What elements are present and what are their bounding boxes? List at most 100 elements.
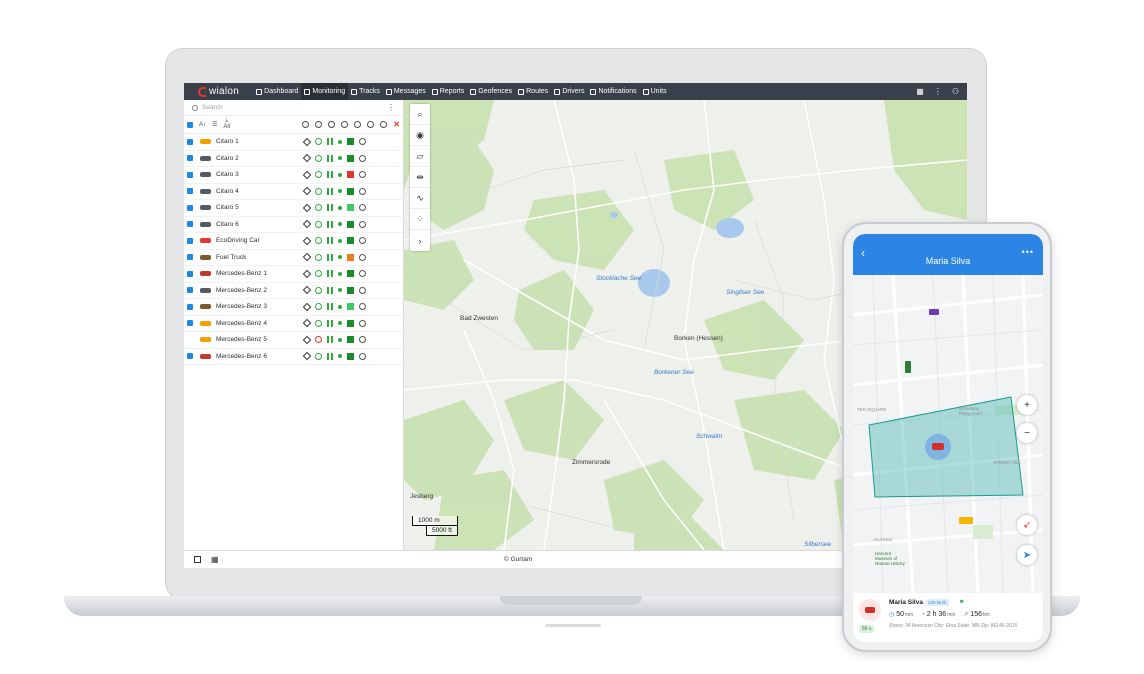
locate-unit-icon[interactable]	[302, 236, 312, 245]
select-all-checkbox[interactable]	[187, 121, 193, 128]
commands-icon[interactable]	[359, 336, 366, 344]
zoom-out-button[interactable]: −	[1017, 423, 1037, 443]
commands-icon[interactable]	[359, 237, 366, 245]
unit-row[interactable]: Mercedes-Benz 5	[184, 332, 403, 349]
eye-icon[interactable]: ◉	[410, 125, 430, 146]
motion-column-icon[interactable]	[315, 121, 323, 128]
locate-unit-icon[interactable]	[302, 203, 312, 212]
route-tool-icon[interactable]: ∿	[410, 188, 430, 209]
school-bus-marker[interactable]	[959, 517, 973, 524]
panel-toggle-icon[interactable]	[194, 556, 201, 563]
grid-icon[interactable]: ▦	[916, 87, 924, 96]
more-vertical-icon[interactable]: ⋮	[387, 103, 395, 112]
unit-row[interactable]: Citaro 2	[184, 151, 403, 167]
phone-map[interactable]: TER SQUARE Broadway Playground SPRING HI…	[853, 275, 1043, 593]
unit-checkbox[interactable]	[187, 254, 193, 261]
search-input[interactable]: Search	[202, 104, 223, 111]
close-icon[interactable]: ✕	[393, 120, 400, 129]
locate-unit-icon[interactable]	[302, 187, 312, 196]
back-icon[interactable]: ‹	[861, 246, 865, 260]
map-search-icon[interactable]: ⌕	[410, 104, 430, 125]
nav-reports[interactable]: Reports	[429, 83, 468, 100]
more-horizontal-icon[interactable]: •••	[1022, 247, 1034, 257]
nav-messages[interactable]: Messages	[383, 83, 429, 100]
unit-row[interactable]: Mercedes-Benz 3	[184, 299, 403, 316]
apps-grid-icon[interactable]: ▦	[211, 556, 219, 564]
unit-row[interactable]: Mercedes-Benz 6	[184, 349, 403, 365]
unit-checkbox[interactable]	[187, 204, 193, 211]
unit-row[interactable]: Citaro 1	[184, 134, 403, 151]
commands-column-icon[interactable]	[380, 121, 388, 128]
unit-checkbox[interactable]	[187, 155, 193, 162]
nav-units[interactable]: Units	[640, 83, 670, 100]
locate-unit-icon[interactable]	[302, 335, 312, 344]
unit-checkbox[interactable]	[187, 353, 193, 360]
chevron-right-icon[interactable]: ›	[410, 230, 430, 251]
locate-unit-icon[interactable]	[302, 269, 312, 278]
map-layers-icon[interactable]: ▱	[410, 146, 430, 167]
bus-marker[interactable]	[905, 361, 911, 373]
unit-row[interactable]: Citaro 5	[184, 200, 403, 217]
commands-icon[interactable]	[359, 138, 366, 146]
locate-unit-icon[interactable]	[302, 137, 312, 146]
unit-checkbox[interactable]	[187, 221, 193, 228]
locate-unit-icon[interactable]	[302, 220, 312, 229]
list-icon[interactable]: ☰	[212, 121, 217, 128]
compass-icon[interactable]: ➶	[1017, 515, 1037, 535]
unit-checkbox[interactable]	[187, 171, 193, 178]
locate-unit-icon[interactable]	[302, 253, 312, 262]
commands-icon[interactable]	[359, 352, 366, 360]
more-vertical-icon[interactable]: ⋮	[934, 87, 942, 96]
user-icon[interactable]: ⚇	[952, 87, 959, 96]
unit-checkbox[interactable]	[187, 337, 193, 343]
commands-icon[interactable]	[359, 204, 366, 212]
nav-routes[interactable]: Routes	[515, 83, 551, 100]
commands-icon[interactable]	[359, 187, 366, 195]
locate-unit-icon[interactable]	[302, 352, 312, 361]
unit-row[interactable]: Mercedes-Benz 4	[184, 316, 403, 332]
unit-row[interactable]: EcoDriving Car	[184, 233, 403, 250]
driver-card[interactable]: 56 s Maria Silva 120 km/h ⚑ ◷ 50min ◔ 2 h …	[853, 593, 1043, 642]
locate-unit-icon[interactable]	[302, 319, 312, 328]
connection-column-icon[interactable]	[354, 121, 362, 128]
unit-row[interactable]: Mercedes-Benz 2	[184, 283, 403, 299]
zoom-in-button[interactable]: +	[1017, 395, 1037, 415]
commands-icon[interactable]	[359, 319, 366, 327]
locate-unit-icon[interactable]	[302, 302, 312, 311]
truck-marker[interactable]	[929, 309, 939, 315]
nav-monitoring[interactable]: Monitoring	[301, 83, 349, 100]
timer-column-icon[interactable]	[367, 121, 375, 128]
commands-icon[interactable]	[359, 154, 366, 162]
unit-checkbox[interactable]	[187, 237, 193, 244]
unit-checkbox[interactable]	[187, 320, 193, 327]
unit-row[interactable]: Citaro 3	[184, 167, 403, 184]
commands-icon[interactable]	[359, 253, 366, 261]
commands-icon[interactable]	[359, 270, 366, 278]
filter-all[interactable]: ⇣ All	[223, 118, 230, 130]
commands-icon[interactable]	[359, 303, 366, 311]
driver-column-icon[interactable]	[341, 121, 349, 128]
unit-checkbox[interactable]	[187, 287, 193, 294]
locate-unit-icon[interactable]	[302, 286, 312, 295]
unit-row[interactable]: Citaro 4	[184, 184, 403, 200]
unit-row[interactable]: Citaro 6	[184, 217, 403, 233]
unit-row[interactable]: Mercedes-Benz 1	[184, 266, 403, 283]
unit-car-marker[interactable]	[932, 443, 944, 450]
commands-icon[interactable]	[359, 220, 366, 228]
nav-tracks[interactable]: Tracks	[348, 83, 383, 100]
ignition-column-icon[interactable]	[328, 121, 336, 128]
nav-notifications[interactable]: Notifications	[587, 83, 639, 100]
ruler-icon[interactable]: ⇹	[410, 167, 430, 188]
locate-unit-icon[interactable]	[302, 170, 312, 179]
wialon-logo[interactable]: wialon	[184, 83, 253, 100]
nav-drivers[interactable]: Drivers	[551, 83, 587, 100]
locate-icon[interactable]: ➤	[1017, 545, 1037, 565]
nav-geofences[interactable]: Geofences	[467, 83, 515, 100]
unit-checkbox[interactable]	[187, 138, 193, 145]
unit-row[interactable]: Fuel Truck	[184, 250, 403, 266]
unit-checkbox[interactable]	[187, 303, 193, 310]
nodes-icon[interactable]: ⁘	[410, 209, 430, 230]
commands-icon[interactable]	[359, 286, 366, 294]
nav-dashboard[interactable]: Dashboard	[253, 83, 301, 100]
sort-alpha-icon[interactable]: A↕	[199, 122, 206, 128]
